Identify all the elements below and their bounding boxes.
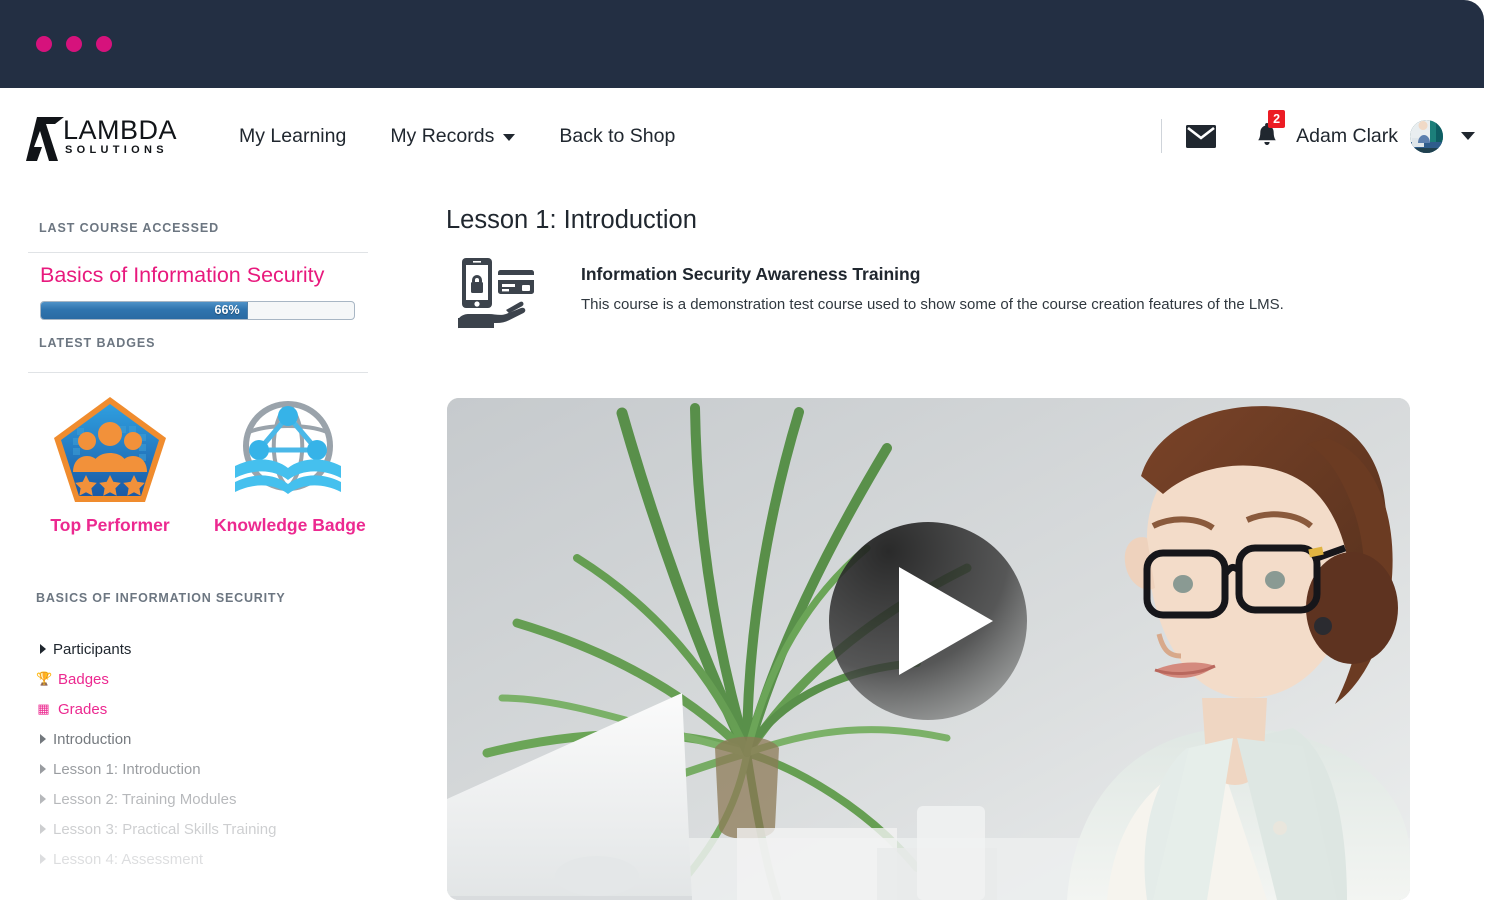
brand-tagline: SOLUTIONS	[65, 144, 168, 156]
nav-item-my-records[interactable]: My Records	[390, 124, 516, 148]
page-title: Lesson 1: Introduction	[446, 206, 697, 234]
sidebar-divider-2	[28, 372, 368, 373]
triangle-right-icon	[40, 764, 46, 774]
course-navigation-list: Participants 🏆 Badges ▦ Grades Introduction Le…	[36, 634, 396, 874]
course-nav-item-label: Grades	[58, 700, 108, 718]
badge-item-top-performer[interactable]: Top Performer	[36, 391, 184, 536]
notifications-bell[interactable]: 2	[1256, 110, 1286, 149]
brand-name: LAMBDA	[63, 115, 178, 145]
course-nav-item[interactable]: 🏆 Badges	[36, 664, 396, 694]
course-progress-percent: 66%	[214, 303, 240, 317]
pentagon-people-stars-glyph	[54, 397, 166, 502]
lesson-video-player[interactable]	[447, 398, 1410, 900]
course-nav-heading: BASICS OF INFORMATION SECURITY	[36, 591, 286, 605]
nav-divider	[1161, 119, 1163, 153]
course-nav-item[interactable]: Lesson 1: Introduction	[36, 754, 396, 784]
user-menu-chevron-down-icon[interactable]	[1461, 132, 1475, 140]
course-nav-item-label: Badges	[58, 670, 109, 688]
course-nav-item[interactable]: ▦ Grades	[36, 694, 396, 724]
nav-item-back-to-shop[interactable]: Back to Shop	[559, 125, 675, 148]
video-thumbnail	[447, 398, 1410, 900]
badge-label-knowledge-badge: Knowledge Badge	[214, 515, 366, 535]
triangle-right-icon	[40, 794, 46, 804]
triangle-right-icon	[40, 824, 46, 834]
app-root: LAMBDA SOLUTIONS My Learning My Records …	[0, 0, 1500, 900]
course-nav-item-label: Lesson 4: Assessment	[53, 850, 204, 868]
triangle-right-icon	[40, 734, 46, 744]
course-nav-item[interactable]: Lesson 3: Practical Skills Training	[36, 814, 396, 844]
window-minimize-dot[interactable]	[66, 36, 82, 52]
course-nav-item-label: Lesson 1: Introduction	[53, 760, 201, 778]
globe-book-network-glyph	[235, 401, 341, 494]
window-chrome-bar	[0, 0, 1484, 88]
nav-item-back-to-shop-label: Back to Shop	[559, 124, 676, 147]
course-nav-item[interactable]: Lesson 2: Training Modules	[36, 784, 396, 814]
latest-badges-list: Top Performer Knowledge Badge	[36, 391, 366, 536]
course-description: This course is a demonstration test cour…	[581, 296, 1284, 313]
latest-badges-label: LATEST BADGES	[39, 336, 156, 350]
lambda-mark-icon	[26, 117, 64, 161]
brand-logo[interactable]: LAMBDA SOLUTIONS	[25, 115, 190, 161]
course-nav-item[interactable]: Lesson 4: Assessment	[36, 844, 396, 874]
course-nav-item[interactable]: Participants	[36, 634, 396, 664]
trophy-icon: 🏆	[36, 671, 53, 686]
envelope-glyph	[1186, 124, 1217, 148]
envelope-icon[interactable]	[1186, 124, 1217, 148]
badge-label-top-performer: Top Performer	[50, 515, 170, 535]
course-progress-bar: 66%	[40, 301, 355, 320]
nav-item-my-records-label: My Records	[390, 124, 495, 147]
user-nav-area: 2 Adam Clark	[1161, 108, 1475, 164]
table-icon: ▦	[37, 701, 50, 716]
user-name-label: Adam Clark	[1296, 124, 1398, 147]
course-nav-item-label: Lesson 3: Practical Skills Training	[53, 820, 277, 838]
last-course-accessed-label: LAST COURSE ACCESSED	[39, 221, 220, 235]
chevron-down-icon	[503, 134, 516, 141]
top-performer-badge-icon	[36, 391, 184, 509]
avatar[interactable]	[1410, 119, 1443, 153]
notification-count-badge: 2	[1268, 110, 1286, 128]
course-nav-item-label: Lesson 2: Training Modules	[53, 790, 237, 808]
primary-nav: My Learning My Records Back to Shop	[239, 111, 675, 161]
avatar-image	[1410, 119, 1443, 153]
course-heading: Information Security Awareness Training	[581, 264, 921, 284]
sidebar-divider-1	[28, 252, 368, 253]
nav-item-my-learning[interactable]: My Learning	[239, 125, 346, 148]
top-navigation-bar: LAMBDA SOLUTIONS My Learning My Records …	[0, 88, 1500, 186]
course-nav-item-label: Introduction	[53, 730, 132, 748]
sidebar: LAST COURSE ACCESSED Basics of Informati…	[0, 186, 420, 900]
course-nav-item[interactable]: Introduction	[36, 724, 396, 754]
last-course-title-link[interactable]: Basics of Information Security	[40, 263, 324, 288]
triangle-right-icon	[40, 854, 46, 864]
window-controls	[36, 36, 112, 52]
triangle-right-icon	[40, 644, 46, 654]
phone-lock-creditcard-hand-icon	[458, 258, 534, 329]
main-content: Lesson 1: Introduction Information Secur…	[420, 186, 1500, 900]
window-maximize-dot[interactable]	[96, 36, 112, 52]
course-nav-item-label: Participants	[53, 640, 132, 658]
nav-item-my-learning-label: My Learning	[239, 124, 347, 147]
knowledge-badge-icon	[214, 391, 362, 509]
badge-item-knowledge-badge[interactable]: Knowledge Badge	[214, 391, 366, 536]
window-close-dot[interactable]	[36, 36, 52, 52]
